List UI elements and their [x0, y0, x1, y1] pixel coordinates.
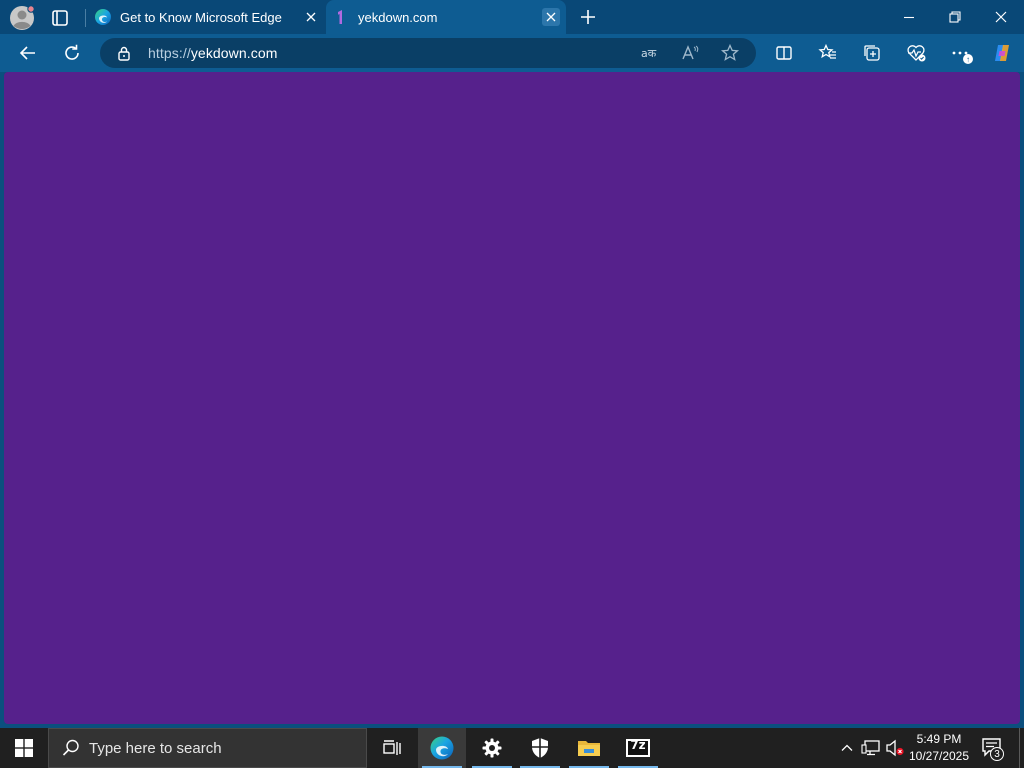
- minimize-icon: [904, 16, 914, 19]
- tab-actions-icon: [52, 10, 68, 26]
- tab-close-button[interactable]: [542, 8, 560, 26]
- volume-button[interactable]: [885, 738, 905, 758]
- plus-icon: [581, 10, 595, 24]
- windows-logo-icon: [15, 739, 33, 757]
- read-aloud-icon: [682, 45, 699, 60]
- settings-and-more-button[interactable]: ↑: [948, 41, 973, 65]
- read-aloud-button[interactable]: [680, 43, 700, 63]
- profile-avatar[interactable]: [9, 5, 35, 31]
- search-icon: [61, 738, 81, 758]
- clock-time: 5:49 PM: [916, 732, 962, 746]
- translate-icon: aक: [641, 47, 657, 60]
- restore-button[interactable]: [942, 4, 968, 30]
- lock-icon[interactable]: [116, 45, 132, 61]
- shield-icon: [532, 738, 548, 758]
- taskbar-settings-button[interactable]: [468, 728, 516, 768]
- windows-taskbar: Type here to search 7z 5:49 PM 10/27/202…: [0, 728, 1024, 768]
- collections-icon: [864, 45, 880, 61]
- svg-text:aक: aक: [641, 47, 657, 60]
- taskbar-edge-button[interactable]: [418, 728, 466, 768]
- taskbar-search-box[interactable]: Type here to search: [48, 728, 367, 768]
- tab-get-to-know-edge[interactable]: Get to Know Microsoft Edge: [86, 0, 326, 34]
- split-screen-button[interactable]: [772, 41, 796, 65]
- taskbar-security-button[interactable]: [516, 728, 564, 768]
- edge-icon: [94, 8, 112, 26]
- url-protocol: https://: [148, 45, 191, 61]
- edge-icon: [430, 736, 454, 760]
- task-view-icon: [383, 740, 401, 755]
- clock-date: 10/27/2025: [908, 749, 970, 763]
- taskbar-clock[interactable]: 5:49 PM 10/27/2025: [906, 731, 972, 765]
- translate-button[interactable]: aक: [640, 43, 660, 63]
- folder-icon: [578, 741, 600, 756]
- favorite-star-button[interactable]: [720, 43, 740, 63]
- back-arrow-icon: [19, 46, 35, 60]
- web-page-content[interactable]: [4, 72, 1020, 724]
- task-view-button[interactable]: [368, 728, 416, 768]
- tab-title: Get to Know Microsoft Edge: [120, 9, 282, 25]
- minimize-button[interactable]: [896, 4, 922, 30]
- volume-muted-icon: [886, 739, 904, 757]
- tab-actions-menu-button[interactable]: [48, 6, 72, 30]
- collections-button[interactable]: [860, 41, 884, 65]
- tab-title: yekdown.com: [358, 9, 438, 25]
- address-bar[interactable]: https://yekdown.com aक: [100, 38, 756, 68]
- chevron-up-icon: [841, 744, 853, 751]
- copilot-button[interactable]: [990, 41, 1014, 65]
- close-window-button[interactable]: [988, 4, 1014, 30]
- notification-count-badge: 3: [990, 747, 1004, 761]
- refresh-icon: [65, 44, 79, 60]
- favorites-icon: [818, 43, 836, 59]
- restore-icon: [949, 11, 961, 23]
- network-status-button[interactable]: [861, 738, 881, 758]
- browser-essentials-button[interactable]: [904, 41, 928, 65]
- taskbar-7zip-button[interactable]: 7z: [614, 728, 662, 768]
- address-url: https://yekdown.com: [148, 45, 278, 61]
- refresh-button[interactable]: [60, 41, 84, 65]
- browser-title-bar: Get to Know Microsoft Edge yekdown.com: [0, 0, 1024, 34]
- 7zip-label: 7z: [630, 738, 646, 752]
- back-button[interactable]: [16, 41, 40, 65]
- tab-yekdown[interactable]: yekdown.com: [326, 0, 566, 34]
- yekdown-favicon: [332, 8, 350, 26]
- star-icon: [720, 43, 740, 61]
- new-tab-button[interactable]: [577, 6, 599, 28]
- favorites-button[interactable]: [816, 41, 840, 65]
- browser-toolbar: https://yekdown.com aक ↑: [0, 34, 1024, 72]
- close-icon: [995, 11, 1007, 23]
- network-icon: [861, 740, 880, 756]
- search-placeholder: Type here to search: [89, 739, 222, 757]
- url-host: yekdown.com: [190, 45, 278, 61]
- update-badge-icon: ↑: [963, 54, 973, 64]
- show-hidden-icons-button[interactable]: [837, 738, 857, 758]
- split-screen-icon: [776, 46, 792, 60]
- heart-pulse-icon: [907, 45, 926, 62]
- taskbar-file-explorer-button[interactable]: [565, 728, 613, 768]
- copilot-icon: [995, 45, 1009, 61]
- tab-close-button[interactable]: [302, 8, 320, 26]
- profile-icon: [10, 5, 35, 30]
- show-desktop-button[interactable]: [1019, 728, 1020, 768]
- settings-gear-icon: [482, 738, 502, 758]
- close-icon: [306, 12, 316, 22]
- close-icon: [546, 12, 556, 22]
- start-button[interactable]: [0, 728, 48, 768]
